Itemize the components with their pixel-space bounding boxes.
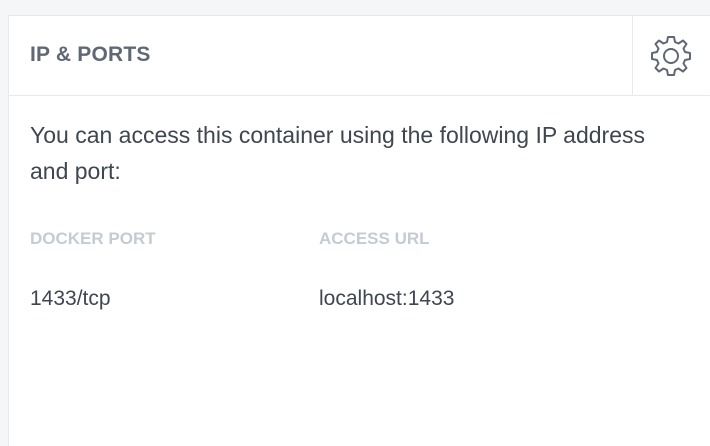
gear-icon [651,36,691,76]
ip-ports-panel: IP & PORTS You can access this container… [8,15,710,446]
column-header-docker-port: DOCKER PORT [30,229,156,248]
panel-title: IP & PORTS [30,43,151,66]
settings-button[interactable] [632,16,710,95]
docker-port-value: 1433/tcp [30,287,111,310]
column-header-access-url: ACCESS URL [319,229,430,248]
panel-header: IP & PORTS [9,16,710,96]
access-description: You can access this container using the … [30,122,645,184]
access-url-value: localhost:1433 [319,287,455,310]
